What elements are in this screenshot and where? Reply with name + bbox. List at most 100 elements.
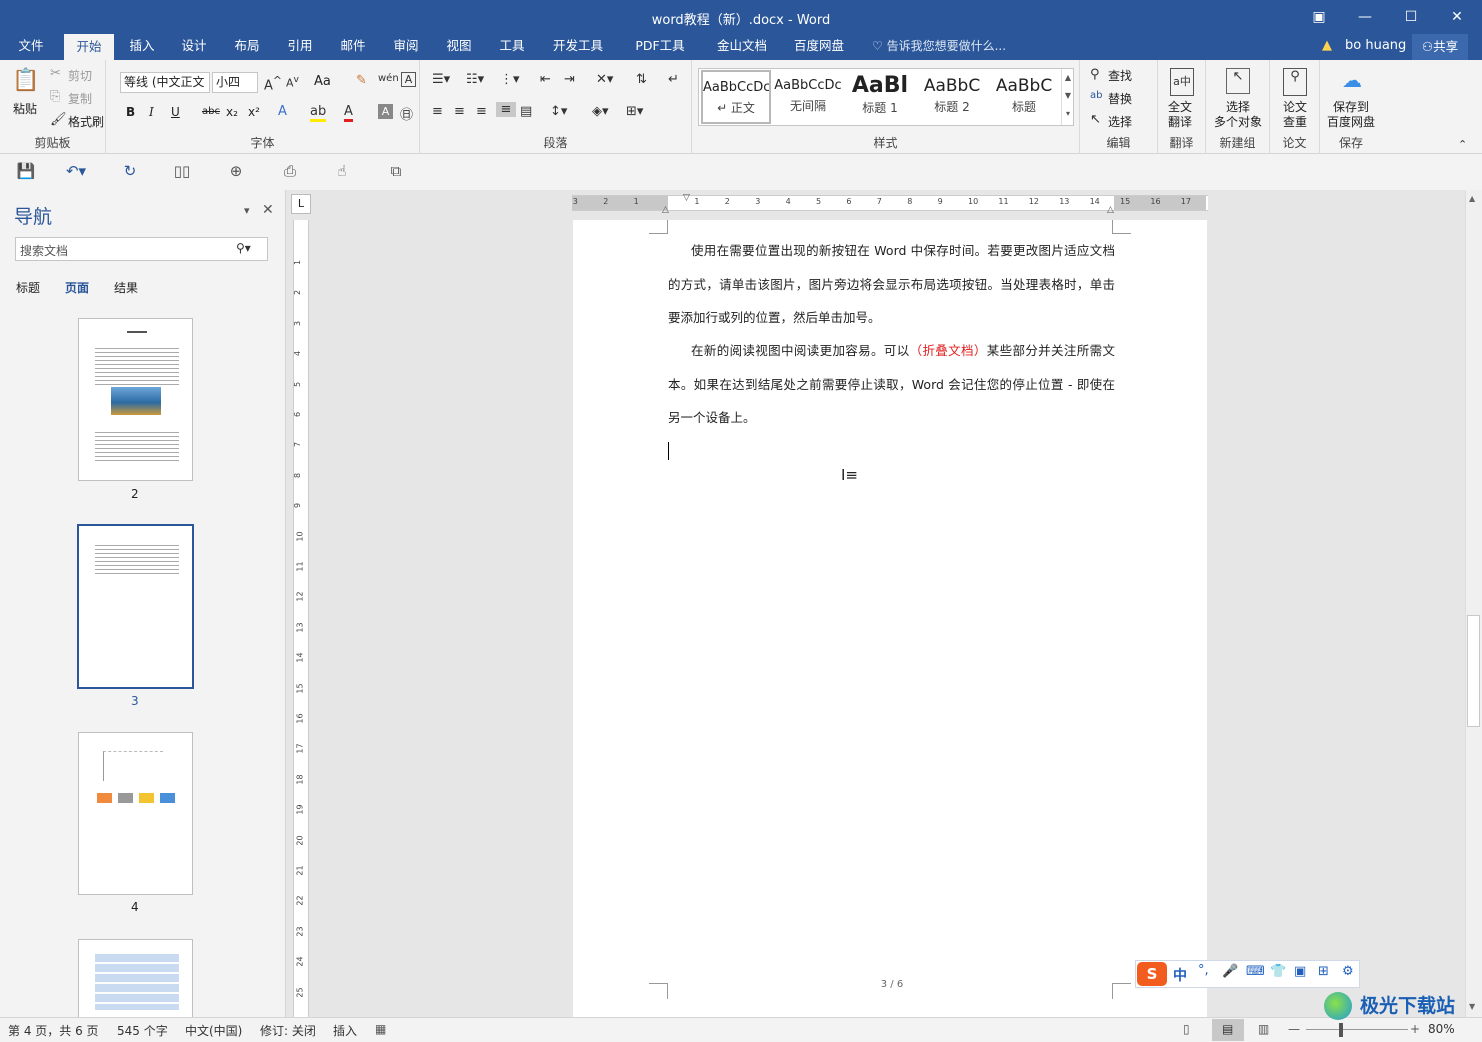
style-no-spacing[interactable]: AaBbCcDc 无间隔 (773, 70, 843, 124)
save-baidu-button[interactable]: 保存到 百度网盘 (1327, 100, 1375, 130)
first-indent-marker[interactable]: ▽ (683, 193, 690, 203)
numbering-icon[interactable]: ☷▾ (466, 72, 484, 87)
bullets-icon[interactable]: ☰▾ (432, 72, 450, 87)
font-name-select[interactable]: 等线 (中文正文 (120, 72, 210, 93)
subscript-button[interactable]: x₂ (226, 105, 238, 119)
line-spacing-icon[interactable]: ↕▾ (550, 104, 567, 119)
shading-icon[interactable]: ◈▾ (592, 104, 609, 119)
bold-button[interactable]: B (126, 105, 135, 119)
font-color-icon[interactable]: A (344, 104, 353, 122)
text-effects-icon[interactable]: A (278, 104, 287, 119)
paragraph-1[interactable]: 使用在需要位置出现的新按钮在 Word 中保存时间。若要更改图片适应文档的方式，… (668, 234, 1115, 335)
maximize-button[interactable]: ☐ (1388, 0, 1434, 34)
track-changes-status[interactable]: 修订: 关闭 (260, 1022, 316, 1039)
phonetic-icon[interactable]: wén (378, 73, 399, 84)
right-indent-marker[interactable]: △ (1107, 205, 1114, 215)
tab-view[interactable]: 视图 (437, 34, 481, 60)
decrease-indent-icon[interactable]: ⇤ (540, 72, 551, 87)
redo-icon[interactable]: ↻ (118, 162, 142, 182)
tab-file[interactable]: 文件 (10, 34, 52, 60)
horizontal-ruler[interactable]: 3 2 1 1 2 3 4 5 6 7 8 9 10 11 12 13 14 15 16 17 ▽ △ △ (572, 193, 1208, 215)
close-button[interactable]: ✕ (1434, 0, 1480, 34)
scroll-up-icon[interactable]: ▲ (1469, 194, 1475, 203)
macro-icon[interactable]: ▦ (375, 1022, 386, 1036)
replace-button[interactable]: 替换 (1108, 90, 1132, 107)
nav-options-icon[interactable]: ▾ (244, 204, 250, 217)
change-case-button[interactable]: Aa (314, 74, 331, 89)
chinese-layout-icon[interactable]: ✕▾ (596, 72, 613, 87)
tab-review[interactable]: 审阅 (384, 34, 428, 60)
scroll-thumb[interactable] (1467, 615, 1480, 727)
word-count-status[interactable]: 545 个字 (117, 1022, 168, 1039)
zoom-slider-thumb[interactable] (1339, 1023, 1343, 1037)
plagiarism-button[interactable]: 论文 查重 (1283, 100, 1307, 130)
increase-indent-icon[interactable]: ⇥ (564, 72, 575, 87)
print-layout-button[interactable]: ▤ (1212, 1019, 1244, 1041)
font-size-select[interactable]: 小四 (212, 72, 258, 93)
search-icon[interactable]: ⚲▾ (236, 241, 251, 255)
style-title[interactable]: AaBbC 标题 (989, 70, 1059, 124)
punct-icon[interactable]: °, (1198, 963, 1209, 978)
style-normal[interactable]: AaBbCcDc ↵ 正文 (701, 70, 771, 124)
settings-icon[interactable]: ⚙ (1342, 964, 1354, 979)
ime-mode[interactable]: 中 (1173, 965, 1187, 985)
minimize-button[interactable]: — (1342, 0, 1388, 34)
align-right-icon[interactable]: ≡ (476, 104, 487, 119)
tab-design[interactable]: 设计 (172, 34, 216, 60)
skin-icon[interactable]: 👕 (1270, 964, 1286, 979)
toolbox-icon[interactable]: ▣ (1294, 964, 1306, 979)
page-thumbnail-selected[interactable] (77, 524, 194, 689)
justify-icon[interactable]: ≡ (496, 102, 516, 117)
tab-references[interactable]: 引用 (278, 34, 322, 60)
strikethrough-button[interactable]: abc (202, 106, 220, 117)
mic-icon[interactable]: 🎤 (1222, 964, 1238, 979)
show-marks-icon[interactable]: ↵ (668, 72, 679, 87)
nav-close-icon[interactable]: ✕ (262, 202, 274, 218)
clear-format-icon[interactable]: ✎ (356, 73, 367, 88)
page-thumbnail[interactable] (78, 939, 193, 1017)
align-left-icon[interactable]: ≡ (432, 104, 443, 119)
find-button[interactable]: 查找 (1108, 67, 1132, 84)
format-painter-button[interactable]: 格式刷 (68, 113, 104, 130)
superscript-button[interactable]: x² (248, 105, 260, 119)
zoom-out-icon[interactable]: — (1288, 1022, 1300, 1036)
vertical-scrollbar[interactable]: ▲ ▼ (1465, 190, 1482, 1017)
page-thumbnail[interactable] (78, 318, 193, 481)
collapse-ribbon-icon[interactable]: ⌃ (1458, 138, 1467, 151)
read-mode-icon[interactable]: ▯▯ (170, 162, 194, 182)
print-preview-icon[interactable]: ⎙ (278, 162, 302, 182)
tab-kdocs[interactable]: 金山文档 (710, 34, 774, 60)
tab-insert[interactable]: 插入 (120, 34, 164, 60)
zoom-level[interactable]: 80% (1428, 1022, 1455, 1036)
shrink-font-icon[interactable]: Av (286, 74, 299, 90)
share-button[interactable]: ⚇共享 (1412, 34, 1468, 60)
page-count-status[interactable]: 第 4 页，共 6 页 (8, 1022, 99, 1039)
enclose-char-icon[interactable]: ㊐ (400, 104, 413, 123)
tab-pdf[interactable]: PDF工具集 (624, 34, 696, 77)
zoom-slider[interactable] (1306, 1029, 1408, 1030)
sort-icon[interactable]: ⇅ (636, 72, 647, 87)
more-commands-icon[interactable]: ⧉ (384, 162, 408, 182)
touch-mode-icon[interactable]: ☝ (330, 162, 354, 182)
vertical-ruler[interactable]: 1 2 3 4 5 6 7 8 9 10 11 12 13 14 15 16 17 18 19 20 21 22 23 24 2… (293, 220, 309, 1017)
grow-font-icon[interactable]: A^ (264, 74, 282, 93)
nav-search-input[interactable]: 搜索文档 ⚲▾ (15, 237, 268, 261)
paragraph-2[interactable]: 在新的阅读视图中阅读更加容易。可以（折叠文档）某些部分并关注所需文本。如果在达到… (668, 334, 1115, 435)
web-layout-icon[interactable]: ▥ (1258, 1022, 1269, 1036)
tab-tools[interactable]: 工具 (490, 34, 534, 60)
paste-icon[interactable]: 📋 (12, 68, 40, 96)
select-button[interactable]: 选择 (1108, 113, 1132, 130)
tab-developer[interactable]: 开发工具 (546, 34, 610, 60)
page-thumbnail[interactable] (78, 732, 193, 895)
char-border-icon[interactable]: A (401, 72, 416, 87)
multilevel-icon[interactable]: ⋮▾ (500, 72, 520, 87)
highlight-icon[interactable]: ab (310, 104, 327, 122)
distributed-icon[interactable]: ▤ (520, 104, 532, 119)
save-icon[interactable]: 💾 (14, 162, 38, 182)
styles-scroll[interactable]: ▲ ▼ ▾ (1061, 69, 1074, 125)
char-shading-icon[interactable]: A (378, 104, 393, 119)
language-status[interactable]: 中文(中国) (185, 1022, 242, 1039)
nav-tab-pages[interactable]: 页面 (65, 279, 89, 296)
copy-button[interactable]: 复制 (68, 90, 92, 107)
read-view-icon[interactable]: ▯ (1183, 1022, 1190, 1036)
